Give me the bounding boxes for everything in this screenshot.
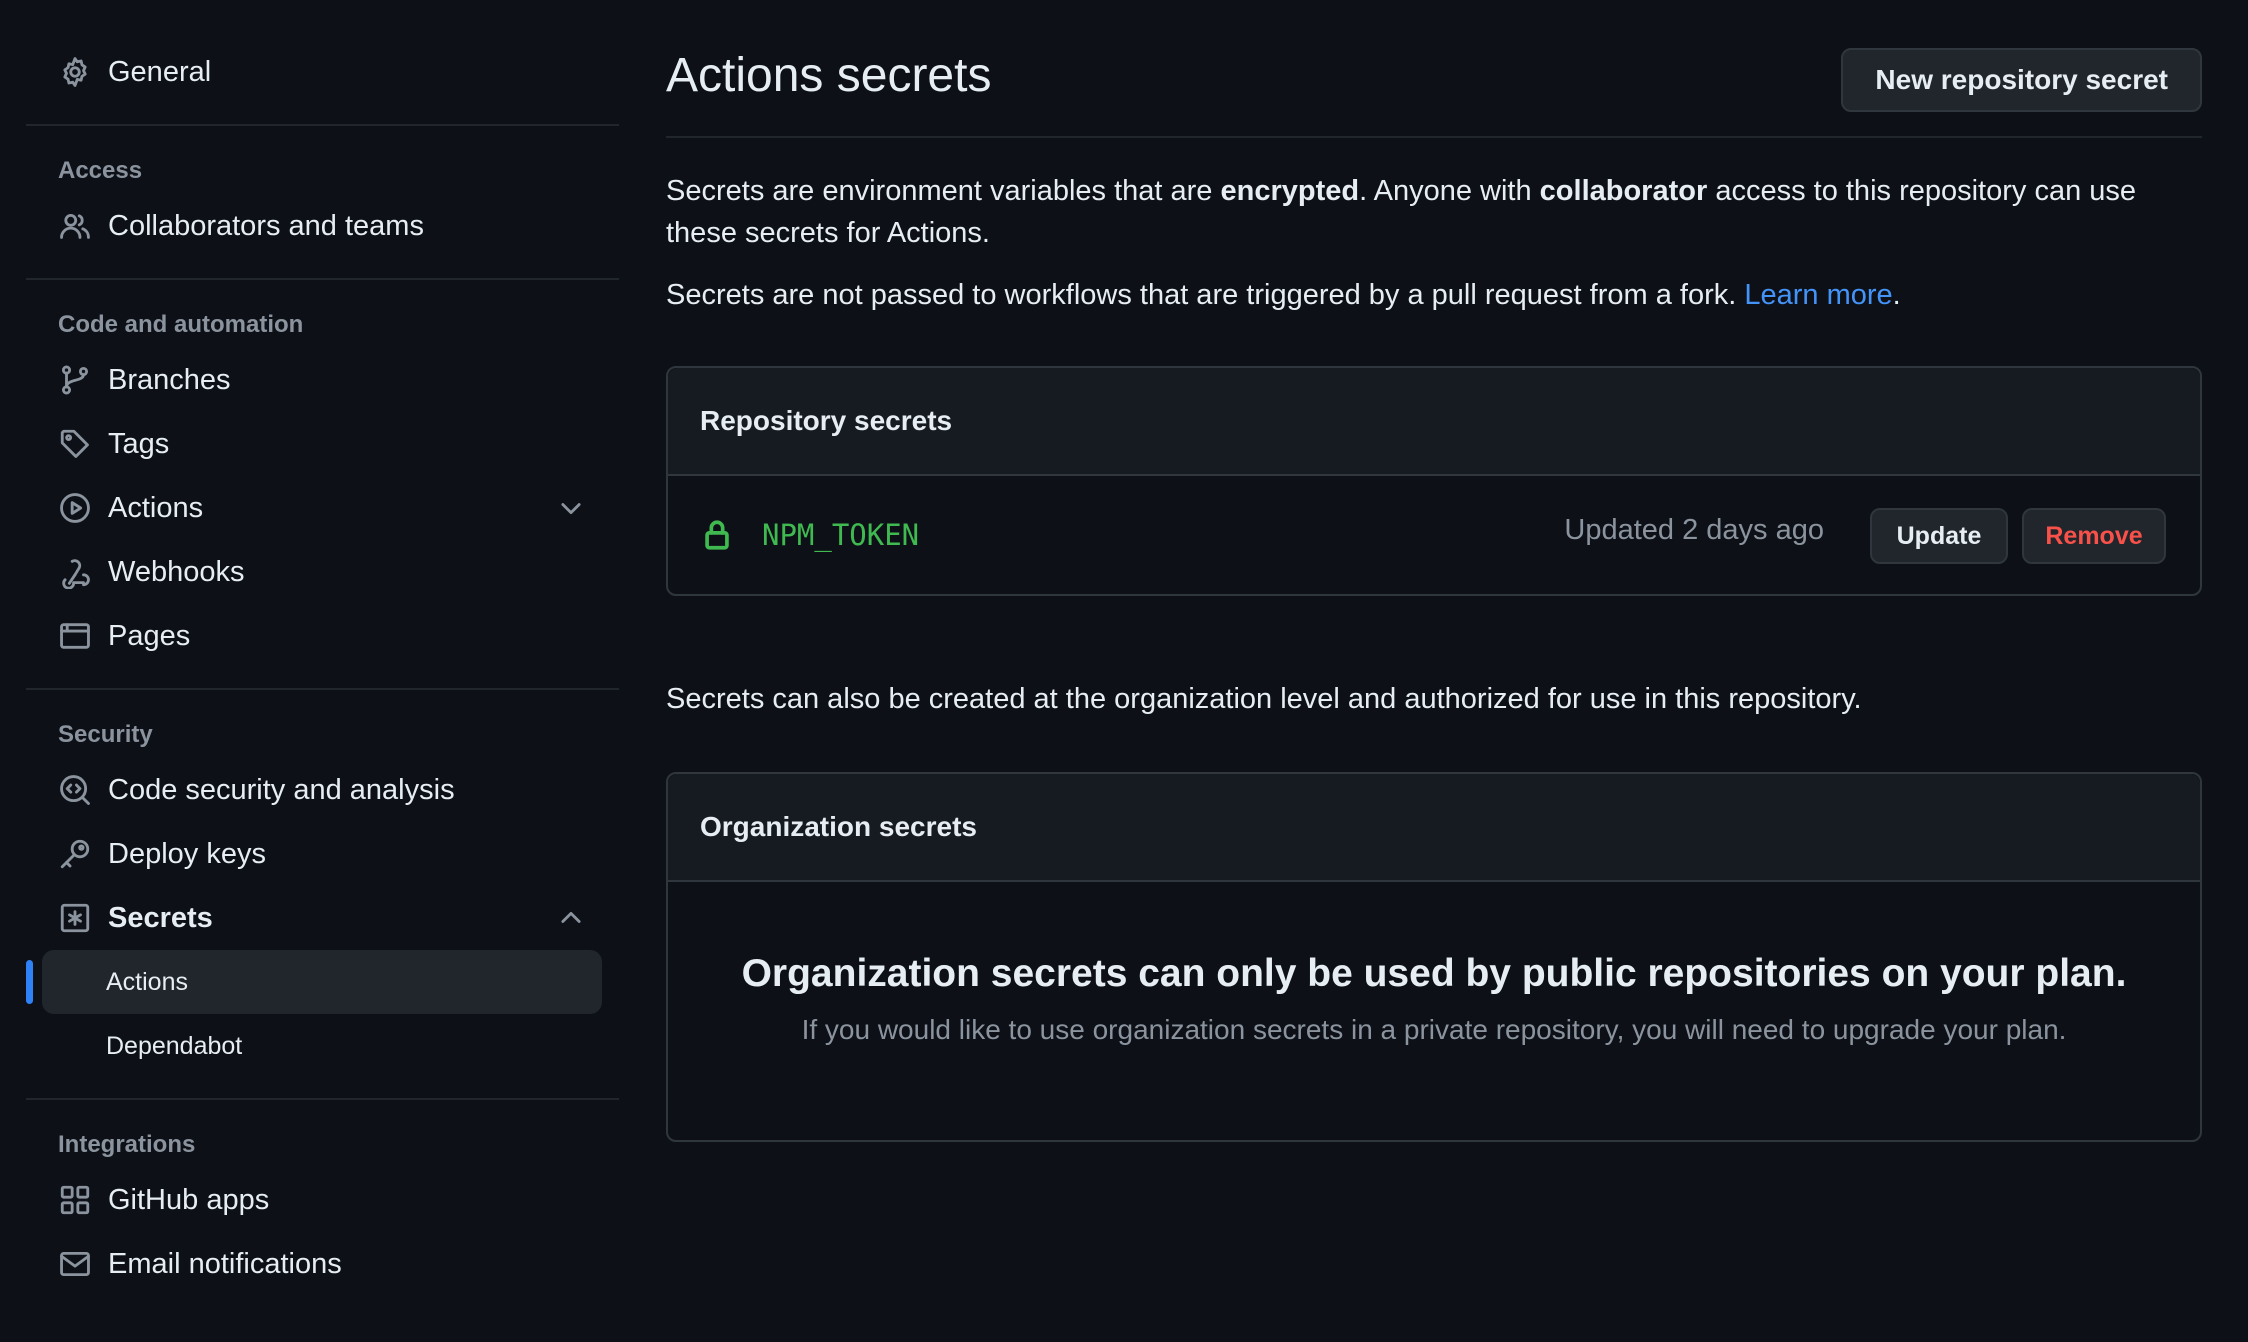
- organization-secrets-blankslate: Organization secrets can only be used by…: [668, 882, 2200, 1140]
- intro-text-part: Secrets are environment variables that a…: [666, 175, 1221, 207]
- remove-secret-button[interactable]: Remove: [2022, 508, 2166, 564]
- sidebar-item-label: Code security and analysis: [108, 773, 455, 806]
- sidebar-divider: [26, 688, 619, 690]
- sidebar-item-label: Actions: [108, 491, 204, 524]
- asterisk-box-icon: [58, 901, 92, 935]
- chevron-down-icon[interactable]: [557, 494, 585, 522]
- learn-more-link[interactable]: Learn more: [1744, 279, 1892, 311]
- sidebar-subitem-actions[interactable]: Actions: [26, 950, 602, 1014]
- sidebar-item-label: Tags: [108, 427, 170, 460]
- secret-name: NPM_TOKEN: [762, 518, 920, 552]
- sidebar-item-code-security[interactable]: Code security and analysis: [26, 758, 619, 822]
- gear-icon: [58, 55, 92, 89]
- sidebar-item-label: Webhooks: [108, 555, 245, 588]
- section-heading-access: Access: [58, 157, 143, 184]
- sidebar-item-pages[interactable]: Pages: [26, 604, 619, 668]
- lock-icon: [700, 518, 734, 552]
- new-repository-secret-button[interactable]: New repository secret: [1841, 48, 2202, 112]
- sidebar-item-actions[interactable]: Actions: [26, 476, 619, 540]
- sidebar-item-secrets[interactable]: Secrets: [26, 886, 619, 950]
- sidebar-item-label: Email notifications: [108, 1247, 342, 1280]
- sidebar-item-label: Branches: [108, 363, 231, 396]
- organization-secrets-box: Organization secrets Organization secret…: [666, 772, 2202, 1142]
- play-icon: [58, 491, 92, 525]
- organization-secrets-heading: Organization secrets: [668, 774, 2200, 882]
- sidebar-divider: [26, 124, 619, 126]
- sidebar-divider: [26, 1098, 619, 1100]
- section-heading-code-automation: Code and automation: [58, 311, 304, 338]
- sidebar-item-label: General: [108, 55, 212, 88]
- webhook-icon: [58, 555, 92, 589]
- sidebar-item-label: Collaborators and teams: [108, 209, 424, 242]
- browser-icon: [58, 619, 92, 653]
- sidebar-item-tags[interactable]: Tags: [26, 412, 619, 476]
- sidebar-item-general[interactable]: General: [26, 40, 619, 104]
- chevron-up-icon[interactable]: [557, 904, 585, 932]
- section-heading-security: Security: [58, 721, 153, 748]
- repository-secrets-heading: Repository secrets: [668, 368, 2200, 476]
- org-note: Secrets can also be created at the organ…: [666, 683, 1862, 715]
- sidebar-item-email-notifications[interactable]: Email notifications: [26, 1232, 619, 1296]
- repository-secrets-box: Repository secrets NPM_TOKEN Updated 2 d…: [666, 366, 2202, 596]
- key-icon: [58, 837, 92, 871]
- sidebar-item-deploy-keys[interactable]: Deploy keys: [26, 822, 619, 886]
- settings-page: General Access Collaborators and teams C…: [0, 0, 2248, 1342]
- intro-text: Secrets are environment variables that a…: [666, 170, 2186, 254]
- branch-icon: [58, 363, 92, 397]
- secret-updated-time: Updated 2 days ago: [1564, 514, 1824, 546]
- sidebar-item-github-apps[interactable]: GitHub apps: [26, 1168, 619, 1232]
- fork-note: Secrets are not passed to workflows that…: [666, 274, 2202, 316]
- sidebar-item-label: Deploy keys: [108, 837, 266, 870]
- section-heading-integrations: Integrations: [58, 1131, 196, 1158]
- sidebar-item-label: Secrets: [108, 901, 213, 934]
- blankslate-title: Organization secrets can only be used by…: [741, 952, 2127, 995]
- sidebar-item-label: Pages: [108, 619, 191, 652]
- intro-bold-encrypted: encrypted: [1220, 175, 1360, 207]
- sidebar-item-webhooks[interactable]: Webhooks: [26, 540, 619, 604]
- sidebar-item-collaborators[interactable]: Collaborators and teams: [26, 194, 619, 258]
- fork-note-end: .: [1892, 279, 1901, 311]
- blankslate-description: If you would like to use organization se…: [801, 1014, 2067, 1045]
- codescan-icon: [58, 773, 92, 807]
- fork-note-text: Secrets are not passed to workflows that…: [666, 279, 1745, 311]
- settings-sidebar: General Access Collaborators and teams C…: [26, 40, 619, 1296]
- sidebar-subitem-dependabot[interactable]: Dependabot: [26, 1014, 619, 1078]
- tag-icon: [58, 427, 92, 461]
- sidebar-divider: [26, 278, 619, 280]
- people-icon: [58, 209, 92, 243]
- main-content: Actions secrets New repository secret Se…: [666, 0, 2202, 1142]
- secret-row: NPM_TOKEN Updated 2 days ago Update Remo…: [668, 476, 2200, 594]
- sidebar-item-label: GitHub apps: [108, 1183, 270, 1216]
- intro-bold-collaborator: collaborator: [1539, 175, 1708, 207]
- mail-icon: [58, 1247, 92, 1281]
- intro-text-part: . Anyone with: [1359, 175, 1540, 207]
- sidebar-item-branches[interactable]: Branches: [26, 348, 619, 412]
- update-secret-button[interactable]: Update: [1870, 508, 2008, 564]
- page-title: Actions secrets: [666, 49, 992, 102]
- page-header: Actions secrets New repository secret: [666, 0, 2202, 138]
- apps-icon: [58, 1183, 92, 1217]
